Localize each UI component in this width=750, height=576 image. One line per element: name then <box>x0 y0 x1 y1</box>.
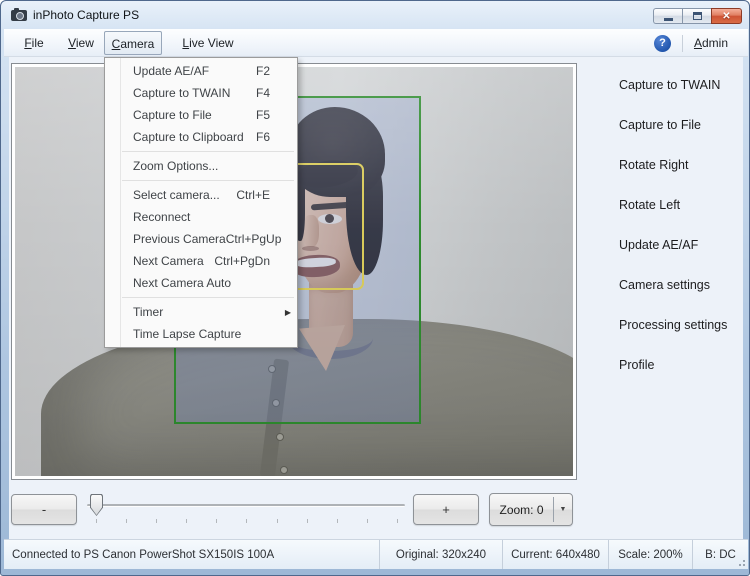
close-icon: ✕ <box>722 11 730 22</box>
menu-item-capture-to-clipboard[interactable]: Capture to ClipboardF6 <box>105 126 297 148</box>
window-title: inPhoto Capture PS <box>33 1 139 29</box>
zoom-slider-thumb-face <box>91 495 102 515</box>
menu-camera[interactable]: Camera <box>104 31 162 55</box>
person-hair <box>289 107 385 197</box>
status-bar: Connected to PS Canon PowerShot SX150IS … <box>4 539 748 569</box>
zoom-slider-ticks <box>96 519 398 523</box>
shirt-button <box>276 433 284 441</box>
zoom-in-button[interactable]: + <box>413 494 479 525</box>
menu-separator <box>122 151 294 152</box>
menubar-separator <box>682 35 683 52</box>
window-controls: ✕ <box>653 8 742 24</box>
shirt-placket <box>260 359 289 476</box>
submenu-arrow-icon: ▶ <box>285 308 291 317</box>
camera-dropdown-menu: Update AE/AFF2 Capture to TWAINF4 Captur… <box>104 57 298 348</box>
status-original-size: Original: 320x240 <box>380 540 502 569</box>
shirt-button <box>272 399 280 407</box>
minimize-icon <box>664 18 673 21</box>
sidebar-processing-settings[interactable]: Processing settings <box>583 318 743 358</box>
menu-item-timer[interactable]: Timer▶ <box>105 301 297 323</box>
person-hair <box>346 147 383 275</box>
sidebar-update-aeaf[interactable]: Update AE/AF <box>583 238 743 278</box>
menu-item-capture-to-file[interactable]: Capture to FileF5 <box>105 104 297 126</box>
sidebar-capture-to-file[interactable]: Capture to File <box>583 118 743 158</box>
status-scale: Scale: 200% <box>609 540 692 569</box>
shirt-button <box>280 466 288 474</box>
menu-item-next-camera[interactable]: Next CameraCtrl+PgDn <box>105 250 297 272</box>
action-sidebar: Capture to TWAIN Capture to File Rotate … <box>583 57 743 398</box>
close-button[interactable]: ✕ <box>711 8 742 24</box>
person-eye <box>318 214 342 224</box>
person-hair <box>295 157 360 190</box>
title-bar[interactable]: inPhoto Capture PS ✕ <box>1 1 749 29</box>
zoom-slider-track[interactable] <box>87 504 405 507</box>
menu-item-zoom-options[interactable]: Zoom Options... <box>105 155 297 177</box>
zoom-slider[interactable] <box>87 489 405 529</box>
person-eyebrow <box>311 202 353 211</box>
sidebar-profile[interactable]: Profile <box>583 358 743 398</box>
app-window: inPhoto Capture PS ✕ File View Camera Li… <box>0 0 750 576</box>
maximize-button[interactable] <box>682 8 711 24</box>
menu-item-next-camera-auto[interactable]: Next Camera Auto <box>105 272 297 294</box>
person-nostril <box>302 246 319 251</box>
menu-live-view[interactable]: Live View <box>172 31 244 55</box>
sidebar-capture-to-twain[interactable]: Capture to TWAIN <box>583 78 743 118</box>
person-mouth <box>291 254 340 278</box>
zoom-slider-thumb[interactable] <box>90 494 103 516</box>
menubar-right-cluster: ? Admin <box>654 31 728 55</box>
dropdown-arrow-icon[interactable]: ▼ <box>554 494 572 525</box>
menu-view[interactable]: View <box>60 31 102 55</box>
sidebar-rotate-left[interactable]: Rotate Left <box>583 198 743 238</box>
shirt-button <box>268 365 276 373</box>
zoom-level-dropdown[interactable]: Zoom: 0 ▼ <box>489 493 573 526</box>
maximize-icon <box>693 12 702 20</box>
zoom-level-value[interactable]: Zoom: 0 <box>490 494 553 525</box>
person-collar <box>287 317 373 359</box>
menu-separator <box>122 297 294 298</box>
sidebar-rotate-right[interactable]: Rotate Right <box>583 158 743 198</box>
resize-grip[interactable] <box>735 556 745 566</box>
zoom-out-button[interactable]: - <box>11 494 77 525</box>
menu-item-previous-camera[interactable]: Previous CameraCtrl+PgUp <box>105 228 297 250</box>
person-iris <box>325 214 334 223</box>
minimize-button[interactable] <box>653 8 682 24</box>
camera-app-icon <box>11 10 27 21</box>
status-connection: Connected to PS Canon PowerShot SX150IS … <box>4 540 379 569</box>
menu-item-reconnect[interactable]: Reconnect <box>105 206 297 228</box>
person-nose <box>303 215 319 247</box>
menu-admin[interactable]: Admin <box>694 36 728 50</box>
menu-item-select-camera[interactable]: Select camera...Ctrl+E <box>105 184 297 206</box>
status-current-size: Current: 640x480 <box>503 540 608 569</box>
menu-bar: File View Camera Live View ? Admin <box>4 29 748 57</box>
sidebar-camera-settings[interactable]: Camera settings <box>583 278 743 318</box>
person-chest <box>297 325 347 371</box>
menu-item-capture-to-twain[interactable]: Capture to TWAINF4 <box>105 82 297 104</box>
menu-item-time-lapse-capture[interactable]: Time Lapse Capture <box>105 323 297 345</box>
menu-file[interactable]: File <box>14 31 54 55</box>
person-face <box>293 145 371 293</box>
help-icon[interactable]: ? <box>654 35 671 52</box>
person-teeth <box>296 257 336 268</box>
menu-separator <box>122 180 294 181</box>
menu-item-update-aeaf[interactable]: Update AE/AFF2 <box>105 60 297 82</box>
person-neck <box>309 279 353 347</box>
